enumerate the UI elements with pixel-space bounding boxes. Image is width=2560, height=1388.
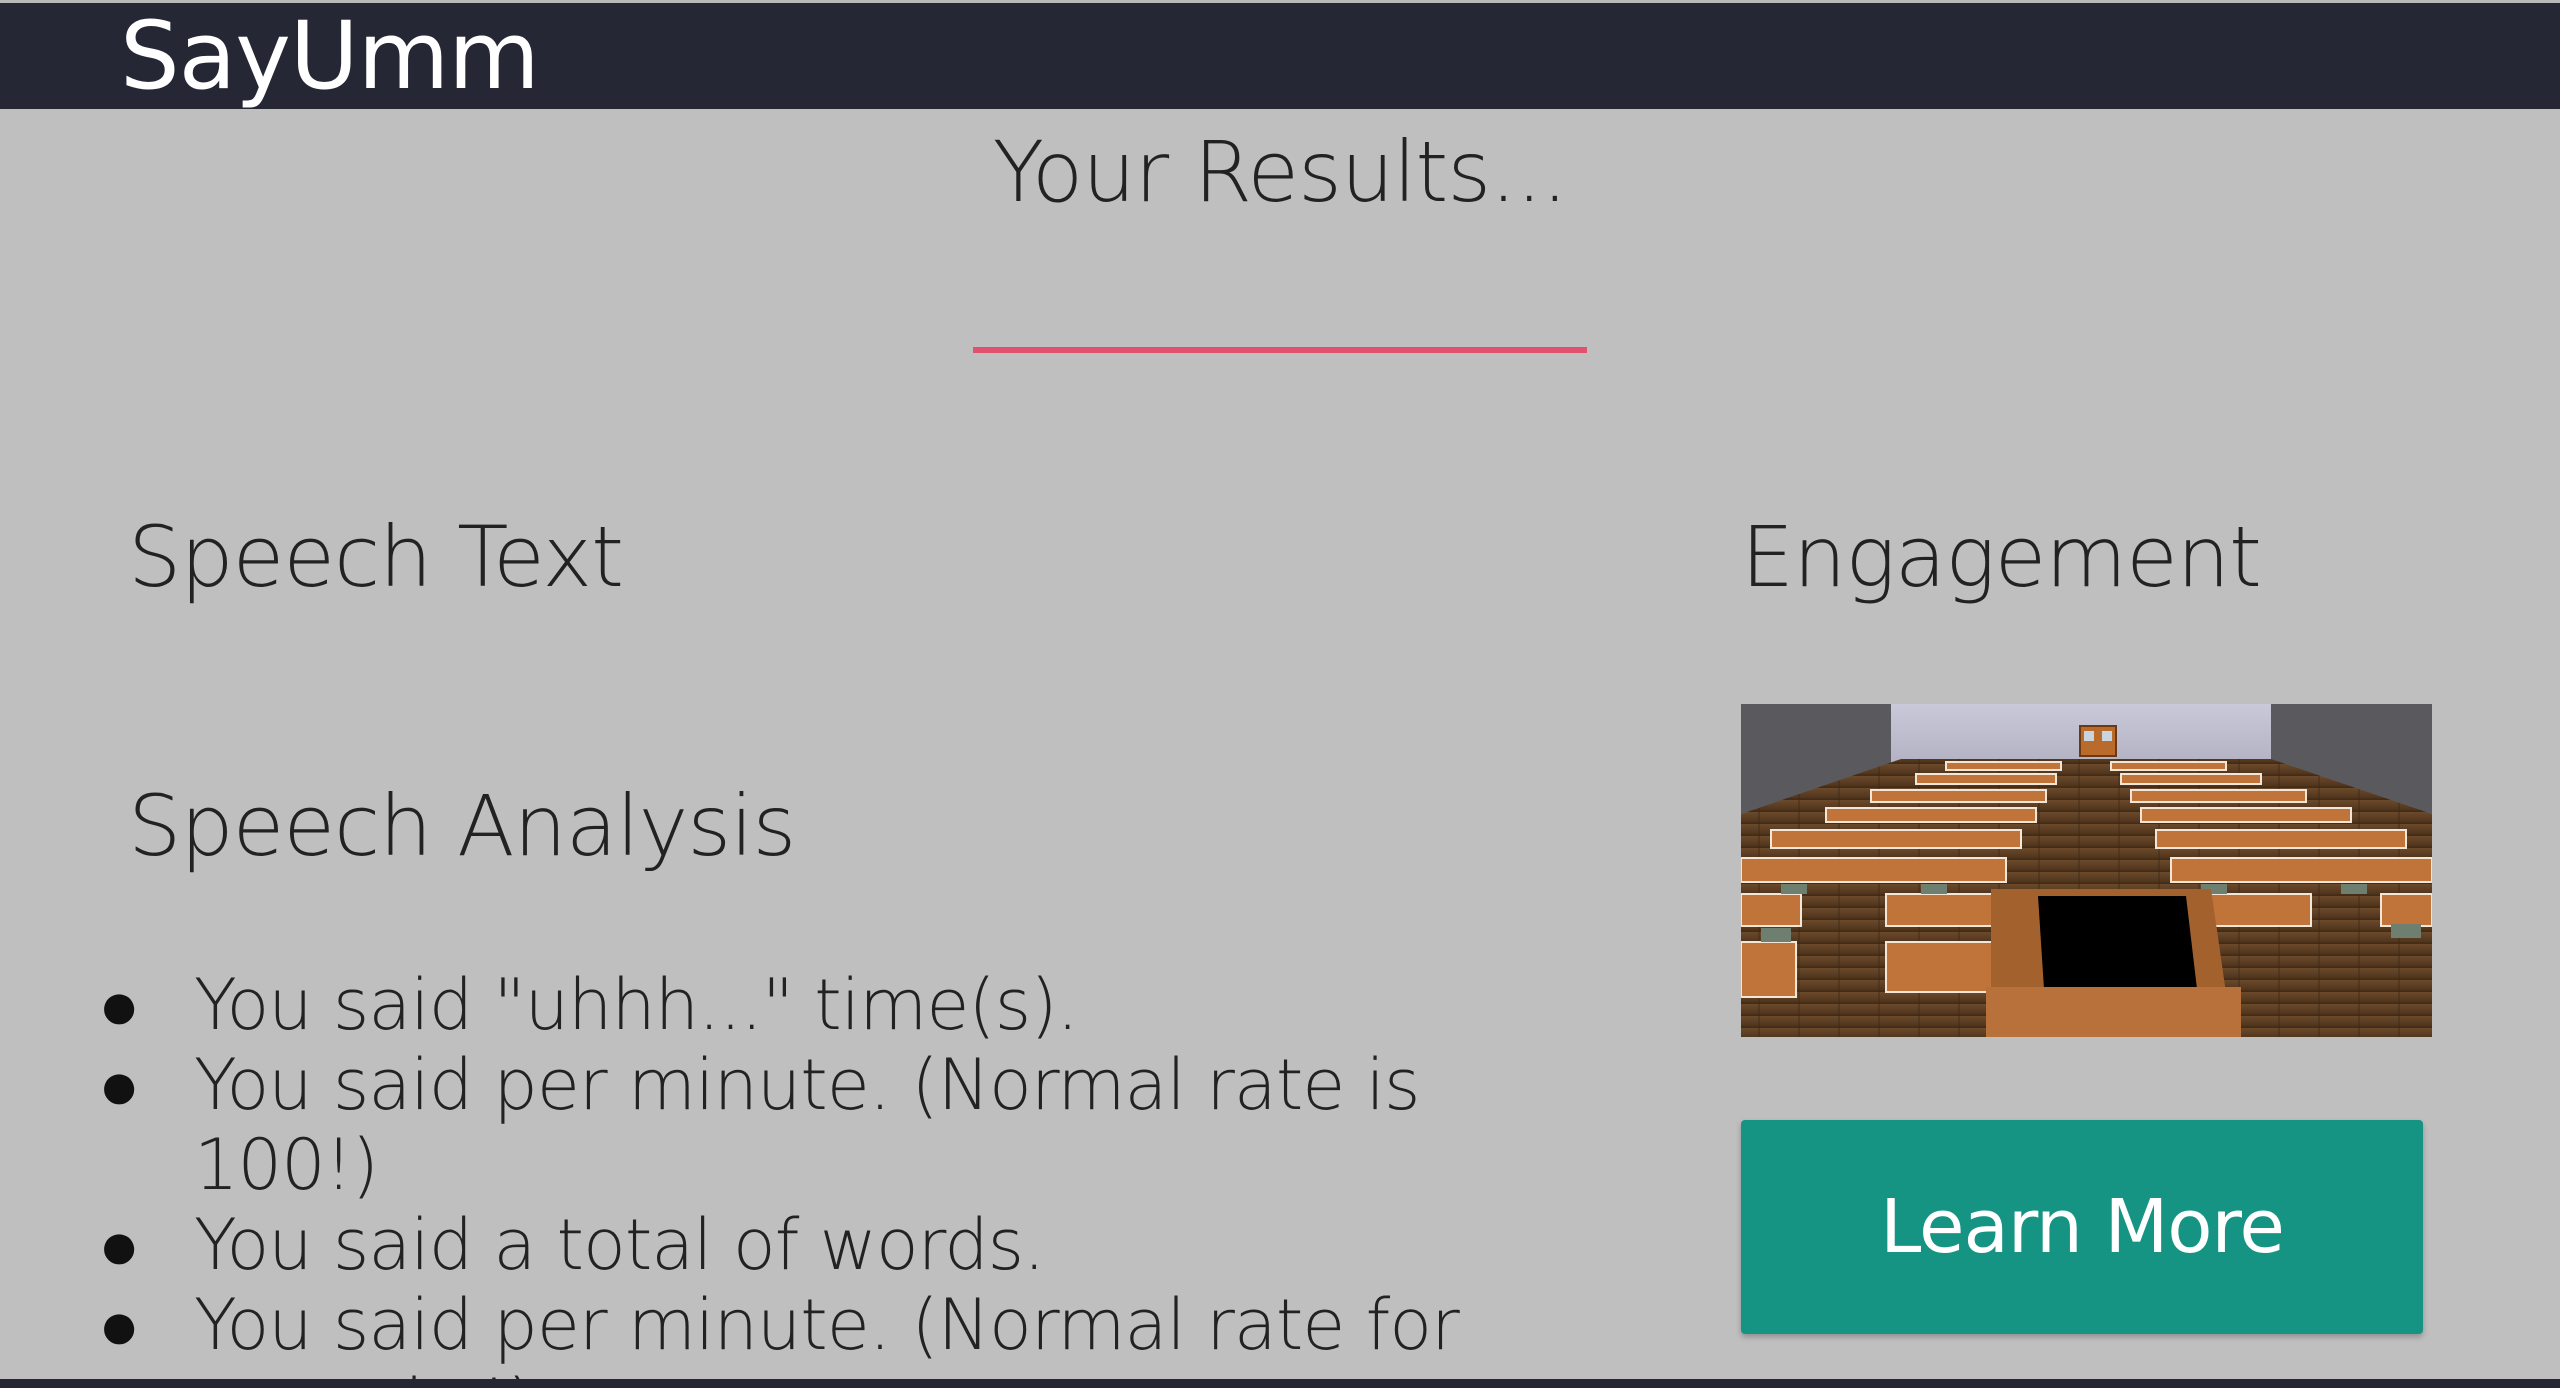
speech-analysis-list: ● You said "uhhh..." time(s). ● You said…: [98, 964, 1614, 1388]
analysis-item-total-words: ● You said a total of words.: [98, 1204, 1614, 1286]
navbar: SayUmm: [0, 3, 2560, 109]
bullet-icon: ●: [98, 1284, 140, 1366]
speech-text-heading: Speech Text: [128, 508, 624, 606]
bullet-icon: ●: [98, 1044, 140, 1126]
bullet-icon: ●: [98, 1204, 140, 1286]
bottom-edge: [0, 1379, 2560, 1388]
analysis-item-text: You said "uhhh..." time(s).: [194, 964, 1079, 1046]
results-page: SayUmm Your Results... Speech Text Speec…: [0, 0, 2560, 1388]
bullet-icon: ●: [98, 964, 140, 1046]
analysis-item-text: You said a total of words.: [194, 1204, 1045, 1286]
analysis-item-teen-rate: ● You said per minute. (Normal rate for …: [98, 1284, 1614, 1388]
learn-more-button[interactable]: Learn More: [1741, 1120, 2423, 1334]
analysis-item-text: You said per minute. (Normal rate is 100…: [194, 1044, 1421, 1206]
analysis-item-uhhh-count: ● You said "uhhh..." time(s).: [98, 964, 1614, 1046]
analysis-item-text: You said per minute. (Normal rate for te…: [194, 1284, 1460, 1388]
analysis-item-rate-per-minute: ● You said per minute. (Normal rate is 1…: [98, 1044, 1614, 1206]
title-divider: [973, 347, 1587, 353]
engagement-heading: Engagement: [1741, 508, 2262, 606]
speech-analysis-heading: Speech Analysis: [128, 777, 796, 875]
lecture-hall-image: [1741, 704, 2432, 1037]
brand-logo-link[interactable]: SayUmm: [120, 5, 540, 109]
page-title: Your Results...: [992, 123, 1568, 221]
